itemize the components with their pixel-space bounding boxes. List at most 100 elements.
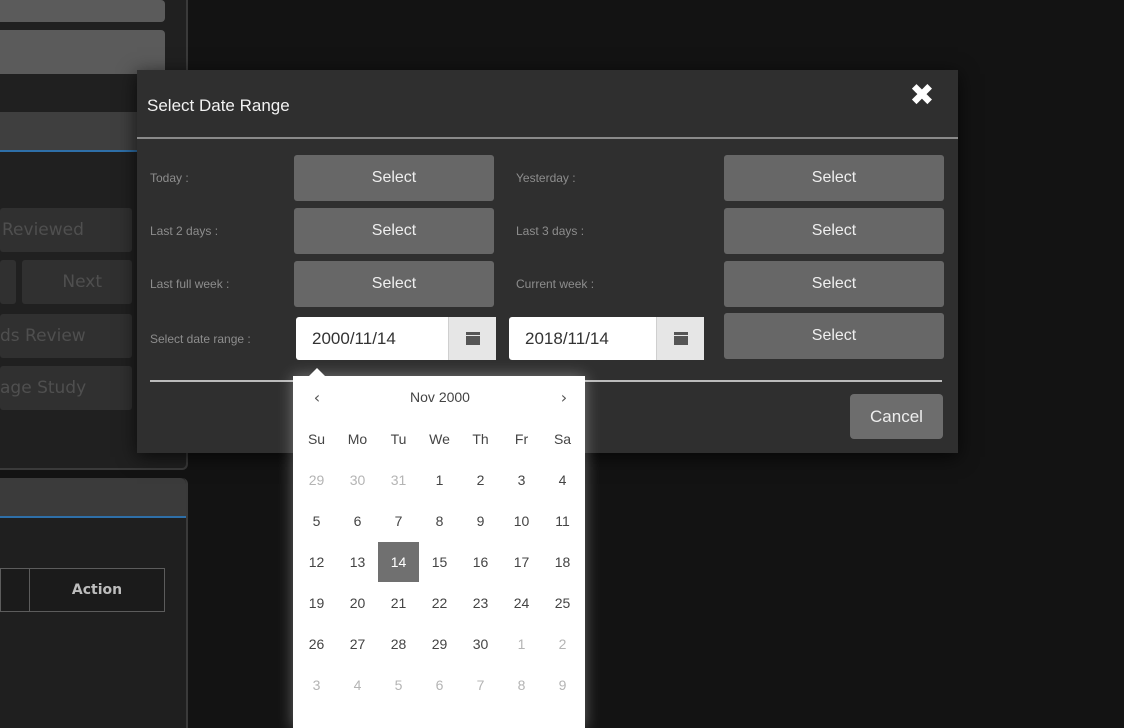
prev-month-icon[interactable]: ‹ [305,388,329,407]
day-cell[interactable]: 6 [419,665,460,705]
day-cell[interactable]: 22 [419,583,460,623]
weekday-header: Su Mo Tu We Th Fr Sa [296,431,583,451]
day-cell[interactable]: 2 [460,460,501,500]
image-study-button[interactable]: age Study [0,366,132,410]
weekday-label: We [429,431,450,447]
last-2-days-label: Last 2 days : [150,224,219,238]
title-divider [137,137,958,139]
week-row: 5 6 7 8 9 10 11 [296,501,583,542]
next-label: Next [62,272,102,292]
weekday-label: Su [307,431,326,447]
yesterday-label: Yesterday : [516,171,576,185]
day-cell[interactable]: 14 [378,542,419,582]
calendar-icon[interactable] [656,317,704,360]
calendar-icon[interactable] [448,317,496,360]
weekday-label: Th [472,431,489,447]
day-cell[interactable]: 3 [296,665,337,705]
day-cell[interactable]: 13 [337,542,378,582]
day-cell[interactable]: 7 [378,501,419,541]
cancel-button[interactable]: Cancel [850,394,943,439]
to-date-value: 2018/11/14 [525,328,609,348]
day-cell[interactable]: 27 [337,624,378,664]
month-label[interactable]: Nov 2000 [380,389,500,405]
needs-review-label: ds Review [0,326,86,346]
day-cell[interactable]: 23 [460,583,501,623]
datepicker-pointer [309,368,325,376]
day-cell[interactable]: 29 [296,460,337,500]
table-header-cell [0,568,30,612]
last-3-days-label: Last 3 days : [516,224,585,238]
day-cell[interactable]: 24 [501,583,542,623]
day-cell[interactable]: 15 [419,542,460,582]
day-cell[interactable]: 19 [296,583,337,623]
day-cell[interactable]: 8 [419,501,460,541]
needs-review-button[interactable]: ds Review [0,314,132,358]
select-date-range-button[interactable]: Select [724,313,944,359]
day-cell[interactable]: 28 [378,624,419,664]
day-cell[interactable]: 30 [337,460,378,500]
day-cell[interactable]: 5 [296,501,337,541]
day-cell[interactable]: 8 [501,665,542,705]
last-full-week-label: Last full week : [150,277,230,291]
day-cell[interactable]: 9 [542,665,583,705]
day-cell[interactable]: 20 [337,583,378,623]
background-button[interactable] [0,0,165,22]
day-cell[interactable]: 17 [501,542,542,582]
day-cell[interactable]: 9 [460,501,501,541]
day-cell[interactable]: 26 [296,624,337,664]
day-cell[interactable]: 4 [337,665,378,705]
weekday-label: Mo [347,431,368,447]
select-last-2-days-button[interactable]: Select [294,208,494,254]
calendar-glyph [465,332,480,345]
action-header-label: Action [71,582,123,598]
day-cell[interactable]: 12 [296,542,337,582]
lower-panel-header [0,478,186,518]
background-button[interactable] [0,30,165,74]
week-row: 3456789 [296,665,583,706]
prev-button[interactable] [0,260,16,304]
day-cell[interactable]: 3 [501,460,542,500]
day-cell[interactable]: 21 [378,583,419,623]
table-header-action: Action [29,568,165,612]
day-cell[interactable]: 5 [378,665,419,705]
current-week-label: Current week : [516,277,595,291]
day-cell[interactable]: 6 [337,501,378,541]
weekday-label: Sa [553,431,572,447]
week-row: 29 30 31 1 2 3 4 [296,460,583,501]
week-row: 19 20 21 22 23 24 25 [296,583,583,624]
day-cell[interactable]: 4 [542,460,583,500]
select-yesterday-button[interactable]: Select [724,155,944,201]
weekday-label: Fr [514,431,529,447]
day-cell[interactable]: 31 [378,460,419,500]
day-cell[interactable]: 7 [460,665,501,705]
select-last-full-week-button[interactable]: Select [294,261,494,307]
day-cell[interactable]: 30 [460,624,501,664]
calendar-glyph [673,332,688,345]
day-cell[interactable]: 18 [542,542,583,582]
day-cell[interactable]: 16 [460,542,501,582]
select-last-3-days-button[interactable]: Select [724,208,944,254]
today-label: Today : [150,171,189,185]
weekday-label: Tu [390,431,407,447]
next-month-icon[interactable]: › [552,388,576,407]
close-icon[interactable]: ✖ [904,78,940,114]
dialog-title: Select Date Range [147,96,290,115]
next-button[interactable]: Next [22,260,132,304]
day-cell[interactable]: 10 [501,501,542,541]
day-cell[interactable]: 2 [542,624,583,664]
image-study-label: age Study [0,378,87,398]
select-current-week-button[interactable]: Select [724,261,944,307]
datepicker-grid: 29 30 31 1 2 3 4 5 6 7 8 9 10 11 12 13 14 15 16 17 18 19 20 21 2… [296,460,583,706]
day-cell[interactable]: 29 [419,624,460,664]
reviewed-label: Reviewed [2,220,84,240]
week-row: 12 13 14 15 16 17 18 [296,542,583,583]
day-cell[interactable]: 1 [501,624,542,664]
day-cell[interactable]: 25 [542,583,583,623]
week-row: 26 27 28 29 30 1 2 [296,624,583,665]
day-cell[interactable]: 11 [542,501,583,541]
from-date-value: 2000/11/14 [312,328,396,348]
select-today-button[interactable]: Select [294,155,494,201]
day-cell[interactable]: 1 [419,460,460,500]
reviewed-button[interactable]: Reviewed [0,208,132,252]
date-range-label: Select date range : [150,332,251,346]
